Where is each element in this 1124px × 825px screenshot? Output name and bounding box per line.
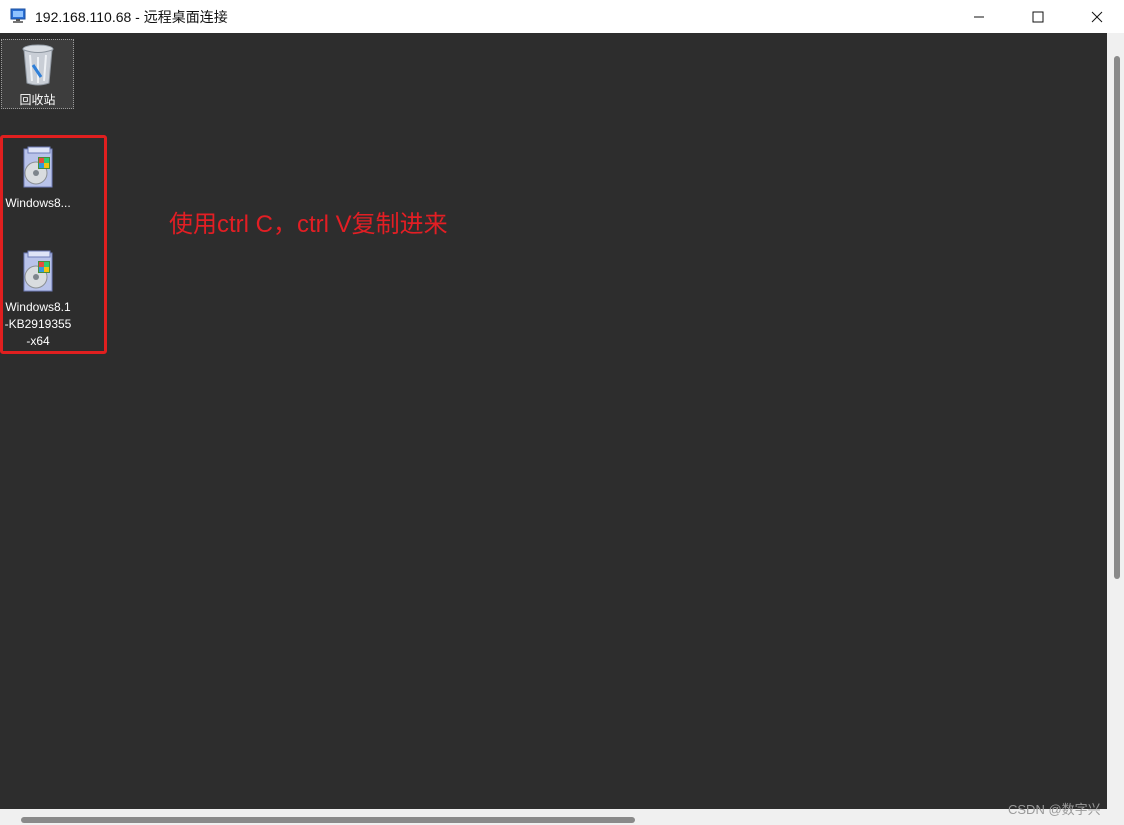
maximize-icon	[1032, 11, 1044, 22]
recycle-bin-icon	[22, 44, 54, 86]
watermark-text: CSDN @数字兴	[1008, 802, 1101, 817]
remote-desktop-icon	[10, 7, 28, 25]
remote-desktop-area[interactable]	[0, 33, 1107, 809]
desktop-icon-recycle-bin[interactable]: 回收站	[1, 39, 74, 109]
window-title: 192.168.110.68 - 远程桌面连接	[35, 9, 228, 25]
vertical-scrollbar-thumb[interactable]	[1114, 56, 1120, 579]
annotation-text: 使用ctrl C，ctrl V复制进来	[169, 211, 448, 238]
close-icon	[1091, 11, 1103, 22]
highlight-box	[0, 135, 107, 354]
horizontal-scrollbar-thumb[interactable]	[21, 817, 635, 823]
desktop-icon-label: 回收站	[19, 93, 56, 107]
minimize-icon	[974, 16, 984, 17]
title-bar: 192.168.110.68 - 远程桌面连接	[0, 0, 1124, 33]
maximize-button[interactable]	[1015, 0, 1061, 33]
minimize-button[interactable]	[956, 0, 1002, 33]
close-button[interactable]	[1074, 0, 1120, 33]
